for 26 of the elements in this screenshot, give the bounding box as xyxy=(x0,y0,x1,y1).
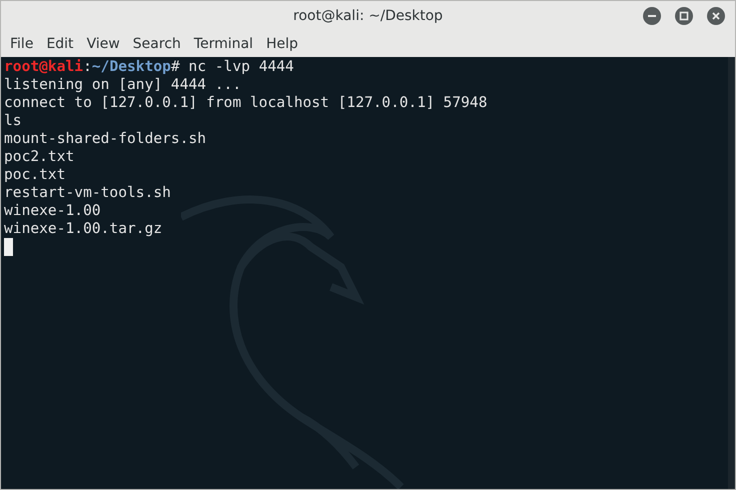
output-line: winexe-1.00 xyxy=(4,202,101,219)
close-icon[interactable] xyxy=(707,7,725,25)
command-text: nc -lvp 4444 xyxy=(188,58,294,75)
prompt-separator: : xyxy=(83,58,92,75)
menu-item[interactable]: Help xyxy=(260,34,304,54)
output-line: winexe-1.00.tar.gz xyxy=(4,220,162,237)
output-line: poc2.txt xyxy=(4,148,74,165)
text-cursor xyxy=(4,238,13,256)
maximize-icon[interactable] xyxy=(675,7,693,25)
menu-item[interactable]: File xyxy=(4,34,40,54)
prompt-user-host: root@kali xyxy=(4,58,84,75)
output-line: connect to [127.0.0.1] from localhost [127.0.0.1] 57948 xyxy=(4,94,488,111)
prompt-path: ~/Desktop xyxy=(92,58,171,75)
output-line: listening on [any] 4444 ... xyxy=(4,76,242,93)
menu-item[interactable]: Search xyxy=(126,34,187,54)
minimize-icon[interactable] xyxy=(643,7,661,25)
menu-item[interactable]: Terminal xyxy=(188,34,260,54)
prompt-symbol: # xyxy=(170,58,180,75)
menu-item[interactable]: Edit xyxy=(40,34,80,54)
output-line: mount-shared-folders.sh xyxy=(4,130,206,147)
scrollbar[interactable] xyxy=(728,57,735,489)
menu-item[interactable]: View xyxy=(80,34,126,54)
output-line: poc.txt xyxy=(4,166,66,183)
output-line: restart-vm-tools.sh xyxy=(4,184,171,201)
window-title: root@kali: ~/Desktop xyxy=(293,6,443,26)
output-line: ls xyxy=(4,112,22,129)
